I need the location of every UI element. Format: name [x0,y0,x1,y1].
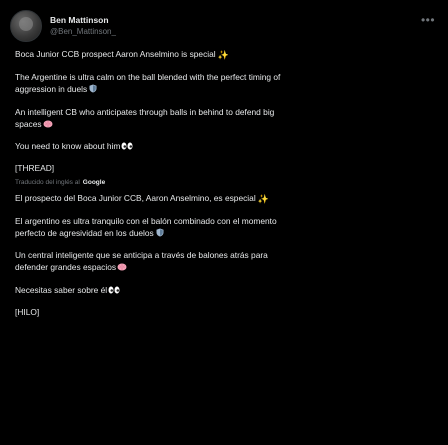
translated-text-2b: perfecto de agresividad en los duelos [15,228,154,239]
sparkles-icon: ✨ [217,50,229,60]
tweet-text-2b: aggression in duels [15,84,88,95]
tweet-line-2b: aggression in duels [15,83,435,95]
tweet-text-3b: spaces [15,118,42,129]
author-names: Ben Mattinson @Ben_Mattinson_ [50,15,116,36]
display-name[interactable]: Ben Mattinson [50,15,116,26]
translated-line-5: [HILO] [15,306,40,317]
tweet-line-2a: The Argentine is ultra calm on the ball … [15,72,281,83]
translated-text-3b: defender grandes espacios [15,262,117,273]
tweet-header: Ben Mattinson @Ben_Mattinson_ [10,8,116,44]
eyes-icon [108,286,120,294]
translated-line-2a: El argentino es ultra tranquilo con el b… [15,215,277,226]
sparkles-icon: ✨ [257,193,269,204]
tweet-line-3a: An intelligent CB who anticipates throug… [15,106,275,117]
eyes-icon [121,142,133,150]
tweet-line-5: [THREAD] [15,163,55,174]
translated-line-1: El prospecto del Boca Junior CCB, Aaron … [15,192,435,205]
translation-label: Traducido del inglés al [15,179,80,187]
translated-line-3b: defender grandes espacios [15,261,435,273]
translated-line-4: Necesitas saber sobre él [15,284,435,296]
tweet-line-4: You need to know about him [15,140,435,152]
tweet-line-3b: spaces [15,118,435,130]
translated-text-4: Necesitas saber sobre él [15,284,108,295]
shield-icon [156,228,164,237]
translated-line-2b: perfecto de agresividad en los duelos [15,227,435,239]
translated-text-1: El prospecto del Boca Junior CCB, Aaron … [15,192,256,203]
google-logo[interactable]: Google [83,177,105,189]
avatar[interactable] [10,10,42,42]
handle[interactable]: @Ben_Mattinson_ [50,27,116,36]
tweet-line-1: Boca Junior CCB prospect Aaron Anselmino… [15,48,435,61]
translated-line-3a: Un central inteligente que se anticipa a… [15,250,268,261]
more-icon[interactable]: ••• [420,13,436,27]
translation-attribution: Traducido del inglés al Google [15,177,435,189]
tweet-text-4: You need to know about him [15,141,121,152]
shield-icon [89,84,97,93]
tweet-text-1: Boca Junior CCB prospect Aaron Anselmino… [15,49,216,59]
brain-icon [117,263,127,271]
tweet-body: Boca Junior CCB prospect Aaron Anselmino… [15,48,435,318]
brain-icon [43,120,53,128]
